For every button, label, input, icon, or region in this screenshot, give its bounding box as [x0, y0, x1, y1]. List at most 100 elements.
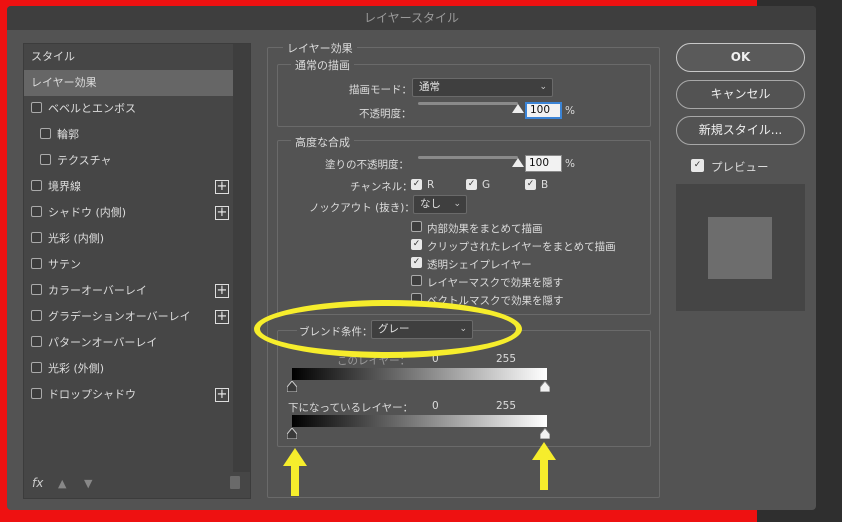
layer-effects-title: レイヤー効果 [283, 40, 357, 56]
add-effect-icon[interactable]: + [215, 310, 229, 324]
style-item-label: レイヤー効果 [31, 76, 97, 89]
style-item[interactable]: サテン [24, 252, 234, 278]
style-item-checkbox[interactable] [31, 388, 42, 399]
blend-mode-label: 描画モード： [349, 84, 412, 96]
style-item[interactable]: カラーオーバーレイ + [24, 278, 234, 304]
channel-b-checkbox[interactable]: ✓ [525, 179, 536, 190]
window-title: レイヤースタイル [7, 6, 816, 30]
underlying-layer-max: 255 [496, 400, 517, 412]
chevron-down-icon: ⌄ [539, 82, 547, 92]
blend-mode-value: 通常 [419, 81, 440, 93]
style-item[interactable]: シャドウ (内側) + [24, 200, 234, 226]
style-item[interactable]: グラデーションオーバーレイ + [24, 304, 234, 330]
style-item-checkbox[interactable] [40, 154, 51, 165]
underlying-layer-black-slider[interactable] [287, 428, 297, 439]
fill-opacity-slider-thumb[interactable] [512, 158, 524, 167]
advanced-option-checkbox[interactable]: ✓ [411, 257, 422, 268]
style-item-checkbox[interactable] [31, 336, 42, 347]
knockout-value: なし [420, 198, 441, 210]
channel-g-label: G [482, 179, 491, 191]
opacity-unit: % [565, 105, 575, 117]
style-item-checkbox[interactable] [40, 128, 51, 139]
underlying-layer-label: 下になっているレイヤー： [288, 402, 414, 414]
move-up-icon[interactable]: ▲ [58, 477, 66, 490]
annotation-arrow-right [532, 442, 556, 490]
channel-r-label: R [427, 179, 435, 191]
style-item-label: ドロップシャドウ [48, 388, 136, 401]
style-item[interactable]: ドロップシャドウ + [24, 382, 234, 408]
preview-swatch [708, 217, 772, 279]
preview-label: プレビュー [711, 160, 769, 174]
style-item[interactable]: ベベルとエンボス [24, 96, 234, 122]
this-layer-max: 255 [496, 353, 517, 365]
advanced-option-label: 透明シェイプレイヤー [427, 259, 532, 271]
opacity-input[interactable]: 100 [525, 102, 562, 119]
normal-blend-title: 通常の描画 [291, 57, 354, 73]
style-item-label: グラデーションオーバーレイ [48, 310, 191, 323]
annotation-arrow-left [283, 448, 307, 496]
annotation-ellipse [254, 300, 522, 358]
style-item-checkbox[interactable] [31, 284, 42, 295]
move-down-icon[interactable]: ▼ [84, 477, 92, 490]
add-effect-icon[interactable]: + [215, 206, 229, 220]
style-item[interactable]: 境界線 + [24, 174, 234, 200]
chevron-down-icon: ⌄ [453, 199, 461, 209]
styles-list-panel: スタイルレイヤー効果ベベルとエンボス輪郭テクスチャ境界線 + シャドウ (内側) + 光… [23, 43, 251, 499]
advanced-option-label: レイヤーマスクで効果を隠す [427, 277, 564, 289]
add-effect-icon[interactable]: + [215, 284, 229, 298]
opacity-slider-track[interactable] [418, 102, 518, 105]
advanced-option-label: クリップされたレイヤーをまとめて描画 [427, 241, 616, 253]
fill-opacity-label: 塗りの不透明度： [325, 159, 409, 171]
knockout-label: ノックアウト (抜き)： [309, 202, 415, 214]
add-effect-icon[interactable]: + [215, 180, 229, 194]
fx-menu-button[interactable]: fx [32, 476, 43, 490]
style-item-label: テクスチャ [57, 154, 112, 167]
underlying-layer-gradient [292, 415, 547, 427]
style-item-label: 輪郭 [57, 128, 79, 141]
advanced-option-checkbox[interactable] [411, 275, 422, 286]
advanced-blend-title: 高度な合成 [291, 134, 354, 150]
channel-g-checkbox[interactable]: ✓ [466, 179, 477, 190]
styles-list-scrollbar[interactable] [233, 44, 250, 472]
preview-thumbnail [676, 184, 805, 311]
advanced-option-checkbox[interactable]: ✓ [411, 239, 422, 250]
cancel-button[interactable]: キャンセル [676, 80, 805, 109]
style-item-checkbox[interactable] [31, 206, 42, 217]
fill-opacity-slider-track[interactable] [418, 156, 518, 159]
layer-style-dialog: レイヤースタイル スタイル レイヤー効果 ベベルとエンボス 輪郭 テクスチャ 境界線 + シャ… [7, 6, 816, 510]
trash-icon[interactable] [230, 476, 240, 489]
blend-mode-select[interactable]: 通常 ⌄ [412, 78, 553, 97]
style-item-checkbox[interactable] [31, 362, 42, 373]
style-item-label: カラーオーバーレイ [48, 284, 147, 297]
opacity-slider-thumb[interactable] [512, 104, 524, 113]
style-item[interactable]: 光彩 (内側) [24, 226, 234, 252]
channels-label: チャンネル： [350, 181, 413, 193]
preview-checkbox[interactable]: ✓ [691, 159, 704, 172]
style-item-checkbox[interactable] [31, 258, 42, 269]
underlying-layer-white-slider[interactable] [540, 428, 550, 439]
style-item-checkbox[interactable] [31, 102, 42, 113]
style-item[interactable]: スタイル [24, 44, 234, 70]
style-item[interactable]: 輪郭 [24, 122, 234, 148]
opacity-label: 不透明度： [359, 108, 412, 120]
style-item-checkbox[interactable] [31, 232, 42, 243]
add-effect-icon[interactable]: + [215, 388, 229, 402]
ok-button[interactable]: OK [676, 43, 805, 72]
style-item-checkbox[interactable] [31, 310, 42, 321]
underlying-layer-min: 0 [432, 400, 439, 412]
style-item-label: スタイル [31, 50, 75, 63]
this-layer-black-slider[interactable] [287, 381, 297, 392]
style-item[interactable]: テクスチャ [24, 148, 234, 174]
style-item-label: シャドウ (内側) [48, 206, 127, 219]
style-item-checkbox[interactable] [31, 180, 42, 191]
advanced-option-checkbox[interactable] [411, 221, 422, 232]
this-layer-white-slider[interactable] [540, 381, 550, 392]
new-style-button[interactable]: 新規スタイル... [676, 116, 805, 145]
this-layer-gradient [292, 368, 547, 380]
knockout-select[interactable]: なし ⌄ [413, 195, 467, 214]
style-item[interactable]: パターンオーバーレイ [24, 330, 234, 356]
style-item[interactable]: レイヤー効果 [24, 70, 234, 96]
fill-opacity-input[interactable]: 100 [525, 155, 562, 172]
style-item[interactable]: 光彩 (外側) [24, 356, 234, 382]
channel-r-checkbox[interactable]: ✓ [411, 179, 422, 190]
